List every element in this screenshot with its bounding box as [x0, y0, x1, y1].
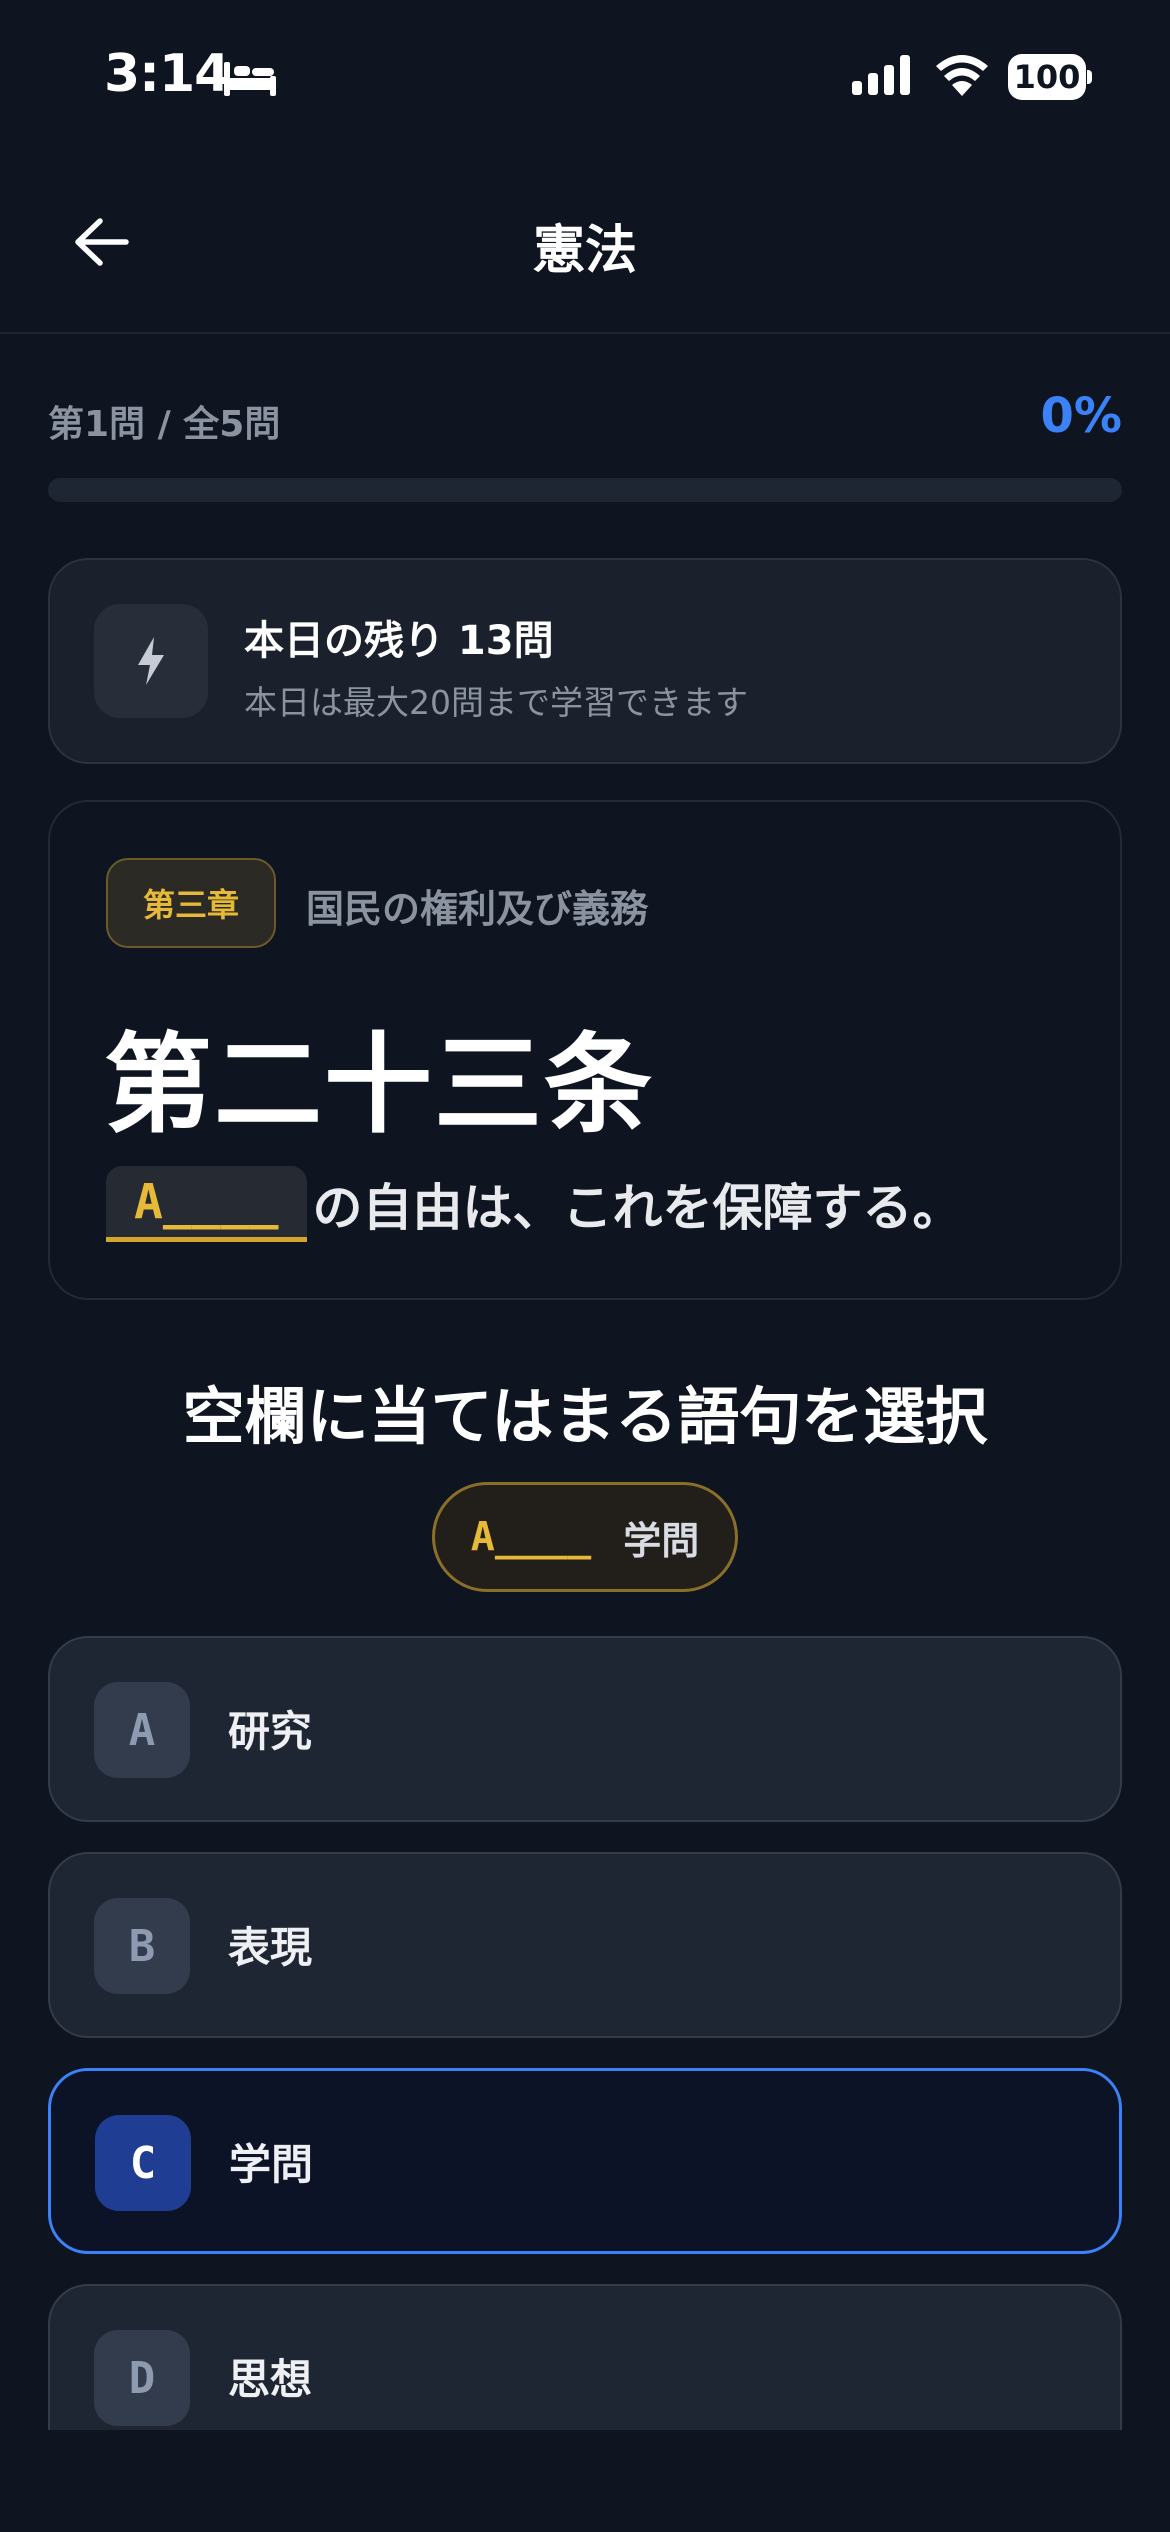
bed-icon	[224, 62, 276, 96]
option-letter: B	[94, 1898, 190, 1994]
option-d[interactable]: D 思想	[48, 2284, 1122, 2430]
chapter-badge: 第三章	[106, 858, 276, 948]
wifi-icon	[936, 55, 988, 96]
blank-chip[interactable]: A____	[106, 1166, 307, 1242]
article-title: 第二十三条	[104, 1023, 655, 1148]
option-text: 学問	[229, 2140, 314, 2189]
daily-remaining-card: 本日の残り 13問 本日は最大20問まで学習できます	[48, 558, 1122, 764]
option-letter: D	[94, 2330, 190, 2426]
progress-label: 第1問 / 全5問	[48, 404, 281, 445]
question-card: 第三章 国民の権利及び義務 第二十三条 A____ の自由は、これを保障する。	[48, 800, 1122, 1300]
lightning-icon	[94, 604, 208, 718]
pill-answer-text: 学問	[623, 1518, 700, 1563]
question-sentence: A____ の自由は、これを保障する。	[106, 1166, 963, 1242]
option-a[interactable]: A 研究	[48, 1636, 1122, 1822]
option-text: 思想	[228, 2355, 313, 2404]
battery-cap	[1087, 70, 1092, 84]
option-letter: A	[94, 1682, 190, 1778]
status-time: 3:14	[104, 44, 230, 104]
filled-answer-pill[interactable]: A____ 学問	[432, 1482, 738, 1592]
instruction-text: 空欄に当てはまる語句を選択	[182, 1380, 988, 1453]
option-b[interactable]: B 表現	[48, 1852, 1122, 2038]
sentence-text: の自由は、これを保障する。	[312, 1179, 963, 1237]
options-list: A 研究 B 表現 C 学問 D 思想	[0, 1620, 1170, 2430]
page-title: 憲法	[532, 221, 637, 281]
option-text: 研究	[228, 1707, 313, 1756]
daily-remaining-title: 本日の残り 13問	[244, 618, 554, 664]
battery-level: 100	[1008, 54, 1086, 100]
nav-bar: 憲法	[0, 150, 1170, 334]
option-letter: C	[95, 2115, 191, 2211]
signal-icon	[852, 55, 910, 95]
option-c[interactable]: C 学問	[48, 2068, 1122, 2254]
option-text: 表現	[228, 1923, 313, 1972]
status-bar: 3:14 100	[0, 0, 1170, 150]
progress-bar	[48, 478, 1122, 502]
progress-percent: 0%	[1040, 388, 1123, 444]
battery-icon: 100	[1008, 54, 1092, 100]
pill-blank-label: A____	[470, 1514, 592, 1560]
daily-remaining-subtitle: 本日は最大20問まで学習できます	[244, 683, 748, 722]
chapter-title: 国民の権利及び義務	[306, 887, 649, 931]
